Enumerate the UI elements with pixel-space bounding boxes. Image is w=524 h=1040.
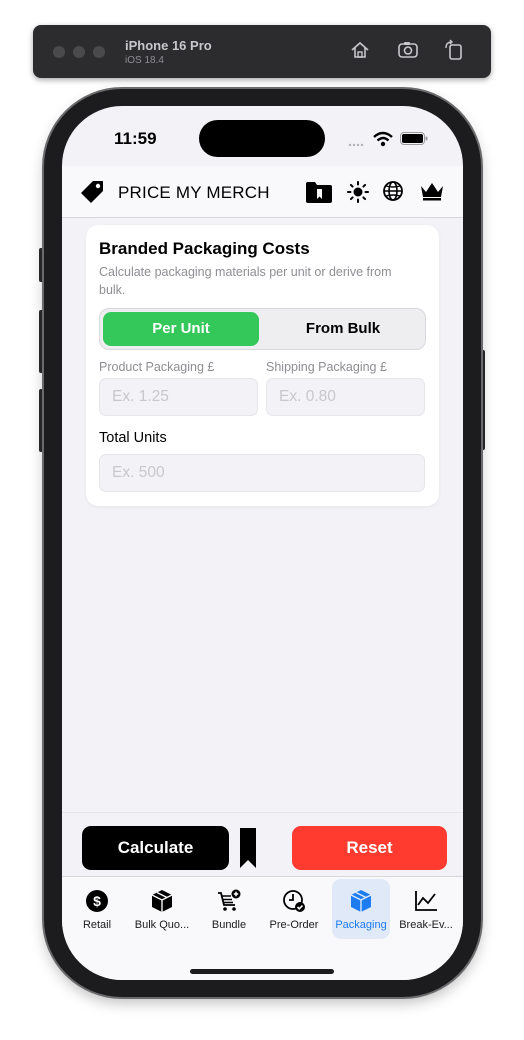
zoom-dot[interactable] [93,46,105,58]
calculate-button[interactable]: Calculate [82,826,229,870]
packaging-card: Branded Packaging Costs Calculate packag… [86,225,439,506]
os-version: iOS 18.4 [125,55,164,66]
bookmark-icon[interactable] [239,827,257,869]
home-indicator[interactable] [190,969,334,974]
product-packaging-input[interactable]: Ex. 1.25 [99,378,258,416]
saved-folder-icon[interactable] [305,180,333,204]
box-icon [151,890,173,912]
product-packaging-label: Product Packaging £ [99,360,215,374]
total-units-label: Total Units [99,430,167,446]
total-units-input[interactable]: Ex. 500 [99,454,425,492]
rotate-icon[interactable] [443,39,465,61]
home-icon[interactable] [349,39,371,61]
trend-chart-icon [415,891,437,911]
globe-icon[interactable] [382,180,404,202]
action-bar: Calculate Reset [62,812,463,876]
shipping-packaging-label: Shipping Packaging £ [266,360,387,374]
tab-label: Pre-Order [269,919,319,931]
reset-button[interactable]: Reset [292,826,447,870]
cart-plus-icon [218,889,241,911]
package-icon [350,890,372,912]
wifi-icon [373,131,393,147]
clock-check-icon [283,890,305,912]
svg-text:$: $ [93,893,101,909]
shipping-packaging-input[interactable]: Ex. 0.80 [266,378,425,416]
tab-packaging[interactable]: Packaging [332,879,390,939]
simulator-toolbar: iPhone 16 Pro iOS 18.4 [33,25,491,78]
mode-segmented-control: Per Unit From Bulk [99,308,426,350]
dollar-circle-icon: $ [86,890,108,912]
app-title: PRICE MY MERCH [118,183,270,202]
close-dot[interactable] [53,46,65,58]
tab-bundle[interactable]: Bundle [200,879,258,939]
crown-icon[interactable] [419,181,445,201]
tab-bar: $ Retail Bulk Quo... Bundle Pre-Order Pa… [62,876,463,980]
cellular-signal-icon [348,143,364,147]
tab-retail[interactable]: $ Retail [68,879,126,939]
price-tag-icon [81,181,103,203]
status-time: 11:59 [114,129,157,148]
dynamic-island [199,120,325,157]
card-subtitle: Calculate packaging materials per unit o… [99,265,392,297]
tab-label: Break-Ev... [399,919,453,931]
tab-label: Bundle [211,919,247,931]
battery-icon [400,132,428,145]
screenshot-icon[interactable] [397,39,419,61]
card-title: Branded Packaging Costs [99,239,310,258]
segment-per-unit[interactable]: Per Unit [103,312,259,346]
app-header: PRICE MY MERCH [62,166,463,218]
tab-label: Bulk Quo... [134,919,190,931]
device-name: iPhone 16 Pro [125,38,212,53]
segment-from-bulk[interactable]: From Bulk [263,312,423,346]
tab-break-even[interactable]: Break-Ev... [397,879,455,939]
brightness-icon[interactable] [347,181,369,203]
minimize-dot[interactable] [73,46,85,58]
tab-label: Packaging [335,919,387,931]
phone-screen: 11:59 PRICE MY MERCH Branded Packaging C… [62,106,463,980]
tab-pre-order[interactable]: Pre-Order [265,879,323,939]
tab-bulk-quote[interactable]: Bulk Quo... [133,879,191,939]
tab-label: Retail [82,919,112,931]
